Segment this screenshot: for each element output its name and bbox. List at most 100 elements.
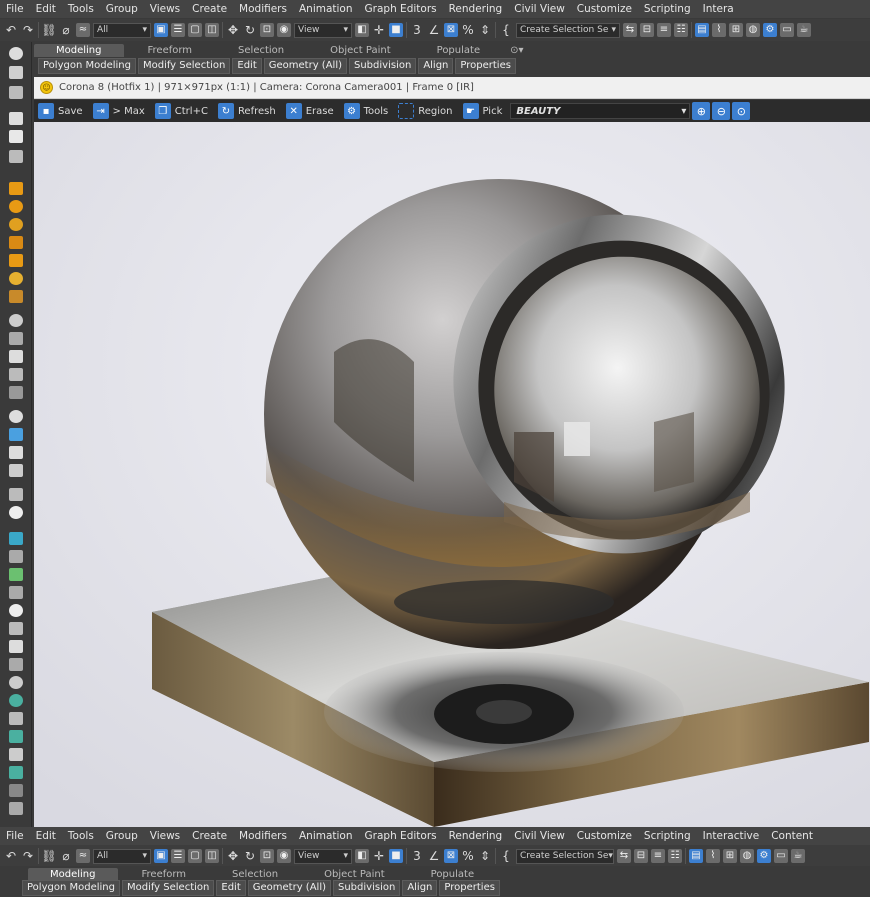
vfb-region-button[interactable]: Region [396,102,458,120]
scatter-icon[interactable] [9,428,23,441]
panel-modify-selection[interactable]: Modify Selection [121,880,215,896]
orbit-icon[interactable] [9,676,23,689]
angle-snap-icon[interactable]: ∠ [427,23,441,37]
menu-interactive[interactable]: Interactive [697,830,766,842]
menu-file[interactable]: File [0,830,30,842]
menu-edit[interactable]: Edit [30,830,62,842]
move-icon[interactable]: ✥ [226,23,240,37]
ies-icon[interactable] [9,386,23,399]
panel-edit[interactable]: Edit [232,58,262,74]
ribbon-options-icon[interactable]: ⊙▾ [504,44,529,57]
panel-geometry-all[interactable]: Geometry (All) [263,58,347,74]
menu-edit[interactable]: Edit [30,3,62,15]
panel-modify-selection[interactable]: Modify Selection [137,58,231,74]
paint-icon[interactable] [9,730,23,743]
menu-interactive[interactable]: Intera [697,3,740,15]
corona-camera-icon[interactable] [9,272,23,285]
teapot-icon[interactable] [9,446,23,459]
panel-edit[interactable]: Edit [216,880,246,896]
toggle-ribbon-icon[interactable]: ▤ [695,23,709,37]
forest-icon[interactable] [9,550,23,563]
panel-subdivision[interactable]: Subdivision [349,58,417,74]
menu-customize[interactable]: Customize [571,830,638,842]
panel-align[interactable]: Align [402,880,438,896]
percent-icon[interactable]: % [461,23,475,37]
select-object-icon[interactable]: ▣ [154,23,168,37]
angle-snap-icon[interactable]: ∠ [427,849,441,863]
display-icon[interactable] [9,130,23,143]
ribbon-tab-selection[interactable]: Selection [216,44,306,57]
menu-animation[interactable]: Animation [293,830,359,842]
menu-views[interactable]: Views [144,830,186,842]
toggle-layer-explorer-icon[interactable]: ☷ [668,849,682,863]
edit-named-selection-icon[interactable]: { [499,849,513,863]
render-setup-icon[interactable]: ⚙ [763,23,777,37]
redo-icon[interactable]: ↷ [21,23,35,37]
pivot-point-icon[interactable]: ◧ [355,849,369,863]
panel-polygon-modeling[interactable]: Polygon Modeling [22,880,120,896]
layers-icon[interactable] [9,488,23,501]
render-setup-icon[interactable]: ⚙ [757,849,771,863]
scale-icon[interactable]: ⊡ [260,23,274,37]
select-by-name-icon[interactable]: ☰ [171,23,185,37]
railclone-icon[interactable] [9,586,23,599]
vfb-save-button[interactable]: ▪ Save [36,102,89,120]
link-icon[interactable]: ⛓ [41,23,56,37]
rendered-frame-window-icon[interactable]: ▭ [780,23,794,37]
rendered-frame-window-icon[interactable]: ▭ [774,849,788,863]
mirror-icon[interactable]: ⇆ [623,23,637,37]
curve-editor-icon[interactable]: ⌇ [712,23,726,37]
collapse-icon[interactable] [9,802,23,815]
window-crossing-icon[interactable]: ◫ [205,23,219,37]
utilities-icon[interactable] [9,150,23,163]
vfb-max-button[interactable]: ⇥ > Max [91,102,151,120]
panel-align[interactable]: Align [418,58,454,74]
align-icon[interactable]: ⊟ [640,23,654,37]
mirror-icon[interactable]: ⇆ [617,849,631,863]
toggle-scene-explorer-icon[interactable]: ≡ [651,849,665,863]
spinner-snap-icon[interactable]: ⇕ [478,849,492,863]
ribbon-tab-freeform[interactable]: Freeform [126,44,215,57]
toggle-scene-explorer-icon[interactable]: ≡ [657,23,671,37]
corona-proxy-icon[interactable] [9,254,23,267]
window-crossing-icon[interactable]: ◫ [205,849,219,863]
undo-icon[interactable]: ↶ [4,23,18,37]
menu-modifiers[interactable]: Modifiers [233,3,293,15]
select-manipulate-icon[interactable]: ✛ [372,849,386,863]
render-production-icon[interactable]: ☕ [797,23,811,37]
panel-geometry-all[interactable]: Geometry (All) [247,880,331,896]
vfb-copy-button[interactable]: ❐ Ctrl+C [153,102,214,120]
menu-group[interactable]: Group [100,3,144,15]
material-icon[interactable] [9,314,23,327]
vfb-pick-button[interactable]: ☛ Pick [461,102,509,120]
menu-civil-view[interactable]: Civil View [508,3,571,15]
align-icon[interactable]: ⊟ [634,849,648,863]
named-selection-dropdown[interactable]: Create Selection Se ▾ [516,22,620,38]
ivy-icon[interactable] [9,532,23,545]
material-editor-icon[interactable]: ◍ [746,23,760,37]
menu-customize[interactable]: Customize [571,3,638,15]
plant-icon[interactable] [9,568,23,581]
rotate-icon[interactable]: ↻ [243,849,257,863]
render-channel-dropdown[interactable]: BEAUTY ▾ [510,103,691,119]
create-icon[interactable] [9,47,23,60]
link-tool-icon[interactable] [9,712,23,725]
zoom-in-icon[interactable]: ⊕ [692,102,711,120]
vfb-refresh-button[interactable]: ↻ Refresh [216,102,282,120]
panel-polygon-modeling[interactable]: Polygon Modeling [38,58,136,74]
menu-tools[interactable]: Tools [62,830,100,842]
render-production-icon[interactable]: ☕ [791,849,805,863]
panel-properties[interactable]: Properties [439,880,500,896]
ribbon-tab-modeling[interactable]: Modeling [34,44,124,57]
menu-rendering[interactable]: Rendering [443,3,509,15]
undo-icon[interactable]: ↶ [4,849,18,863]
snaps-toggle-icon[interactable]: 3 [410,849,424,863]
zoom-out-icon[interactable]: ⊖ [712,102,731,120]
bind-space-warp-icon[interactable]: ≈ [76,23,90,37]
panel-subdivision[interactable]: Subdivision [333,880,401,896]
menu-modifiers[interactable]: Modifiers [233,830,293,842]
ribbon-tab-object-paint[interactable]: Object Paint [308,44,413,57]
bind-space-warp-icon[interactable]: ≈ [76,849,90,863]
sphere-icon[interactable] [9,410,23,423]
menu-scripting[interactable]: Scripting [638,3,697,15]
